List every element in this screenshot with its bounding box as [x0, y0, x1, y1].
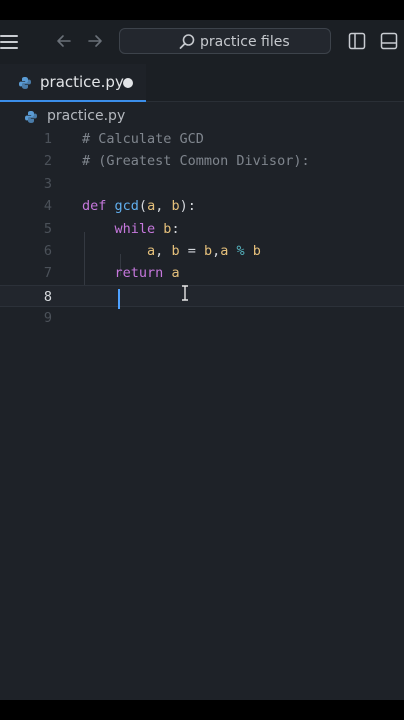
line-number: 8 — [43, 288, 52, 305]
code-text: def gcd(a, b): — [82, 195, 196, 217]
code-token: def — [82, 198, 107, 215]
code-token: = — [179, 243, 204, 259]
code-token: b — [171, 198, 180, 215]
code-token: a — [147, 198, 156, 215]
toggle-panel-icon[interactable] — [380, 32, 398, 50]
code-line[interactable]: 8 — [0, 284, 404, 307]
code-token: gcd — [114, 198, 139, 215]
code-line[interactable]: 4 def gcd(a, b): — [0, 195, 404, 217]
menu-icon[interactable] — [0, 35, 18, 49]
python-file-icon — [18, 75, 32, 94]
search-label: practice files — [200, 34, 290, 50]
breadcrumb: practice.py — [0, 104, 404, 128]
code-token: # Calculate GCD — [82, 131, 204, 147]
code-token: return — [114, 265, 164, 282]
tab-practice-py[interactable]: practice.py — [0, 64, 146, 102]
command-center-search[interactable]: practice files — [119, 28, 331, 54]
code-text: while b: — [82, 218, 180, 240]
code-line[interactable]: 7 return a — [0, 262, 404, 284]
code-text: # (Greatest Common Divisor): — [82, 150, 310, 172]
tab-bar: practice.py — [0, 64, 404, 102]
code-token: while — [114, 220, 156, 237]
line-number: 3 — [43, 175, 52, 192]
code-token: b — [252, 243, 261, 259]
line-number: 7 — [43, 265, 52, 282]
line-number: 6 — [43, 243, 52, 259]
code-line[interactable]: 3 — [0, 173, 404, 195]
line-number: 2 — [43, 153, 52, 170]
unsaved-dot-icon[interactable] — [123, 78, 133, 88]
code-token: b — [203, 243, 213, 259]
code-token: ): — [179, 198, 196, 215]
split-editor-icon[interactable] — [348, 32, 366, 50]
code-token: a — [171, 265, 180, 282]
code-text: return a — [82, 262, 180, 284]
code-token: b — [171, 243, 180, 259]
line-number: 1 — [43, 131, 52, 147]
code-line[interactable]: 5 while b: — [0, 218, 404, 240]
code-text: # Calculate GCD — [82, 128, 204, 150]
code-token: a — [147, 243, 156, 259]
editor-window: practice files practice.py practice.py 1… — [0, 0, 404, 720]
code-token: ( — [138, 198, 148, 215]
line-number: 9 — [43, 310, 52, 327]
tab-label: practice.py — [40, 73, 124, 91]
back-arrow-icon[interactable] — [54, 32, 74, 52]
code-token: : — [171, 220, 180, 237]
forward-arrow-icon[interactable] — [85, 32, 105, 52]
code-line[interactable]: 1 # Calculate GCD — [0, 128, 404, 150]
code-text: a, b = b,a % b — [82, 240, 261, 262]
line-number: 4 — [43, 198, 52, 215]
line-number: 5 — [43, 220, 52, 237]
code-token: # (Greatest Common Divisor): — [82, 153, 310, 170]
search-icon — [178, 33, 196, 51]
bottom-letterbox — [0, 700, 404, 720]
text-cursor — [118, 289, 120, 309]
code-editor[interactable]: 1 # Calculate GCD 2 # (Greatest Common Divi… — [0, 128, 404, 700]
code-line[interactable]: 9 — [0, 307, 404, 329]
code-token: , — [155, 198, 172, 215]
code-token: , — [155, 243, 172, 259]
code-token: % — [228, 243, 253, 259]
mouse-ibeam-icon — [180, 285, 190, 301]
python-file-icon — [24, 109, 38, 128]
code-line[interactable]: 6 a, b = b,a % b — [0, 240, 404, 262]
code-line[interactable]: 2 # (Greatest Common Divisor): — [0, 150, 404, 172]
breadcrumb-file[interactable]: practice.py — [47, 107, 125, 125]
top-letterbox — [0, 0, 404, 20]
